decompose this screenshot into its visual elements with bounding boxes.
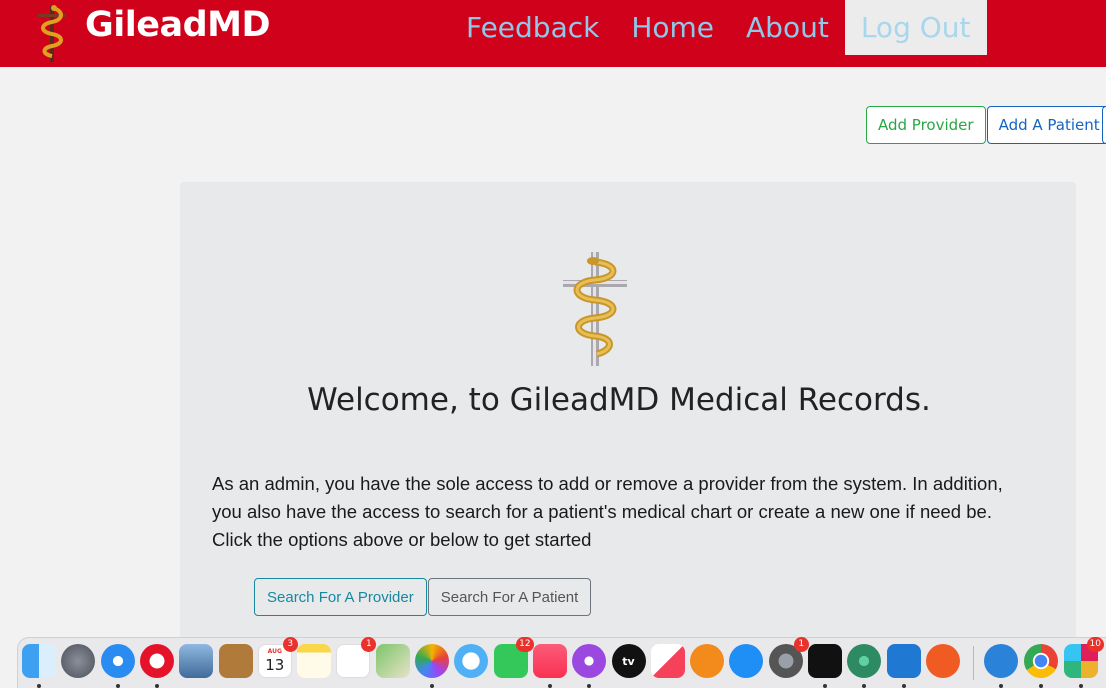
- dock-item[interactable]: [984, 644, 1018, 688]
- pencil-app-icon: [925, 644, 960, 678]
- dock-item[interactable]: [532, 644, 567, 688]
- brand-name: GileadMD: [85, 5, 271, 45]
- welcome-heading: Welcome, to GileadMD Medical Records.: [307, 382, 931, 418]
- messages-icon: [454, 644, 489, 678]
- books-icon: [690, 644, 725, 678]
- welcome-panel: Welcome, to GileadMD Medical Records. As…: [180, 182, 1076, 652]
- notification-badge: 1: [793, 637, 809, 652]
- add-patient-button[interactable]: Add A Patient: [986, 106, 1106, 144]
- search-provider-button[interactable]: Search For A Provider: [254, 578, 427, 616]
- apple-tv-icon: tv: [611, 644, 646, 678]
- running-indicator: [901, 684, 906, 688]
- calendar-day: 13: [265, 656, 285, 674]
- launchpad-icon: [61, 644, 96, 678]
- running-indicator: [999, 684, 1003, 688]
- preview-icon: [179, 644, 214, 678]
- calendar-month: AUG: [267, 648, 282, 655]
- dock-item[interactable]: [1024, 644, 1058, 688]
- brand[interactable]: GileadMD: [30, 2, 271, 64]
- admin-actions: Add Provider Add A Patient: [866, 106, 1106, 144]
- dock-item[interactable]: 1: [336, 637, 377, 678]
- description-line: you also have the access to search for a…: [212, 501, 992, 522]
- notification-badge: 12: [516, 637, 534, 652]
- dock-item[interactable]: [139, 644, 174, 688]
- dock-item[interactable]: [808, 644, 842, 688]
- finder-icon: [22, 644, 56, 678]
- nav-home[interactable]: Home: [615, 0, 730, 55]
- dock-item[interactable]: [886, 644, 921, 688]
- dock-item[interactable]: 1: [768, 637, 809, 678]
- dock-item[interactable]: [61, 644, 96, 678]
- dock-item[interactable]: [100, 644, 135, 688]
- dock-item[interactable]: [729, 644, 764, 678]
- music-icon: [532, 644, 567, 678]
- dock-item[interactable]: [218, 644, 253, 678]
- chrome-icon: [1024, 644, 1058, 678]
- main-nav: Feedback Home About Log Out: [450, 0, 987, 55]
- running-indicator: [154, 684, 159, 688]
- tableplus-icon: [984, 644, 1018, 678]
- dock-item[interactable]: [415, 644, 449, 688]
- nav-log-out[interactable]: Log Out: [844, 0, 987, 55]
- terminal-icon: [808, 644, 842, 678]
- dock-item[interactable]: [22, 644, 56, 688]
- nav-about[interactable]: About: [730, 0, 845, 55]
- description-line: As an admin, you have the sole access to…: [212, 473, 1003, 494]
- running-indicator: [547, 684, 552, 688]
- search-actions: Search For A Provider Search For A Patie…: [254, 578, 592, 616]
- dock-item[interactable]: 12: [493, 637, 534, 678]
- contacts-icon: [218, 644, 253, 678]
- running-indicator: [862, 684, 867, 688]
- search-patient-button[interactable]: Search For A Patient: [427, 578, 592, 616]
- news-icon: [650, 644, 685, 678]
- macos-dock: AUG 13 3 1 12 tv 1 10: [17, 637, 1106, 688]
- staff-of-asclepius-icon: [563, 252, 627, 366]
- running-indicator: [1039, 684, 1043, 688]
- running-indicator: [587, 684, 592, 688]
- opera-icon: [139, 644, 174, 678]
- running-indicator: [430, 684, 434, 688]
- dock-item[interactable]: AUG 13 3: [257, 637, 298, 678]
- notes-icon: [297, 644, 332, 678]
- app-store-icon: [729, 644, 764, 678]
- maps-icon: [375, 644, 410, 678]
- dock-item[interactable]: [454, 644, 489, 678]
- admin-description: As an admin, you have the sole access to…: [212, 470, 1052, 554]
- caduceus-logo-icon: [38, 5, 66, 62]
- dock-item[interactable]: [690, 644, 725, 678]
- safari-icon: [100, 644, 135, 678]
- dock-item[interactable]: [297, 644, 332, 678]
- notification-badge: 10: [1086, 637, 1104, 652]
- dock-item[interactable]: [847, 644, 882, 688]
- atom-icon: [847, 644, 882, 678]
- running-indicator: [1079, 684, 1083, 688]
- add-provider-button[interactable]: Add Provider: [866, 106, 986, 144]
- notification-badge: 3: [282, 637, 298, 652]
- running-indicator: [37, 684, 41, 688]
- dock-item[interactable]: 10: [1064, 637, 1104, 688]
- photos-icon: [415, 644, 449, 678]
- nav-feedback[interactable]: Feedback: [450, 0, 615, 55]
- dock-item[interactable]: [925, 644, 960, 678]
- offscreen-button-edge[interactable]: [1102, 106, 1106, 144]
- dock-item[interactable]: [375, 644, 410, 678]
- running-indicator: [823, 684, 827, 688]
- vscode-icon: [886, 644, 921, 678]
- dock-separator: [973, 646, 974, 680]
- dock-item[interactable]: tv: [611, 644, 646, 678]
- icon-text: tv: [622, 654, 635, 668]
- dock-item[interactable]: [572, 644, 607, 688]
- podcasts-icon: [572, 644, 607, 678]
- running-indicator: [115, 684, 120, 688]
- notification-badge: 1: [361, 637, 377, 652]
- dock-item[interactable]: [650, 644, 685, 678]
- description-line: Click the options above or below to get …: [212, 529, 592, 550]
- dock-item[interactable]: [179, 644, 214, 678]
- top-navbar: GileadMD Feedback Home About Log Out: [0, 0, 1106, 67]
